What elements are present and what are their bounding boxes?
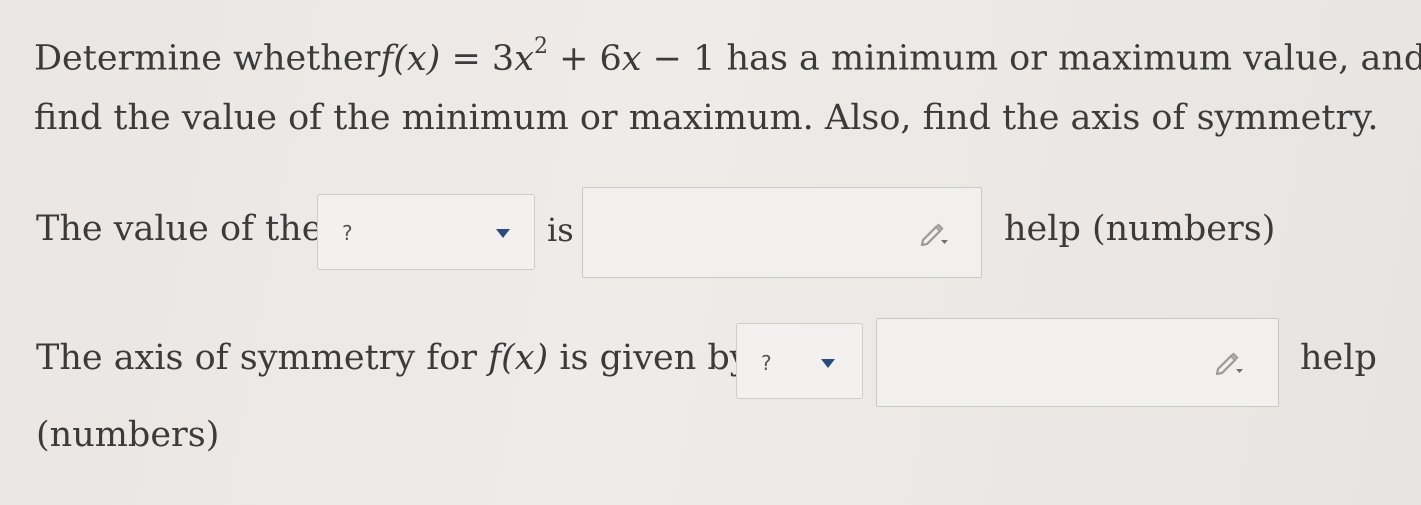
axis-select[interactable]: ? <box>736 323 863 399</box>
chevron-down-icon <box>821 359 835 368</box>
select-value: ? <box>342 221 353 245</box>
value-answer-field[interactable] <box>582 187 982 278</box>
chevron-down-icon <box>496 229 510 238</box>
question-prefix: Determine whether <box>34 38 381 79</box>
row2-prefix: The axis of symmetry for <box>36 338 478 378</box>
select-value: ? <box>761 351 772 375</box>
function-expression: f(x) = 3x2 + 6x − 1 <box>380 34 716 79</box>
problem-page: Determine whetherf(x) = 3x2 + 6x − 1 has… <box>0 0 1421 505</box>
row2-prefix-line: The axis of symmetry for f(x) is given b… <box>36 341 750 376</box>
function-label: f(x) <box>488 338 549 378</box>
pencil-icon <box>920 223 948 246</box>
row2-suffix: is given by <box>559 338 750 378</box>
row1-prefix: The value of the <box>36 209 323 249</box>
question-line-2: find the value of the minimum or maximum… <box>34 98 1379 138</box>
is-label: is <box>547 211 574 249</box>
min-max-select[interactable]: ? <box>317 194 535 270</box>
help-numbers-link[interactable]: help (numbers) <box>1004 212 1275 247</box>
question-line-1: Determine whetherf(x) = 3x2 + 6x − 1 has… <box>34 34 1421 79</box>
axis-answer-field[interactable] <box>876 318 1279 407</box>
help-link[interactable]: help <box>1300 341 1377 376</box>
question-suffix: has a minimum or maximum value, and <box>715 38 1421 79</box>
help-numbers-continuation[interactable]: (numbers) <box>36 418 219 453</box>
pencil-icon <box>1215 352 1243 375</box>
